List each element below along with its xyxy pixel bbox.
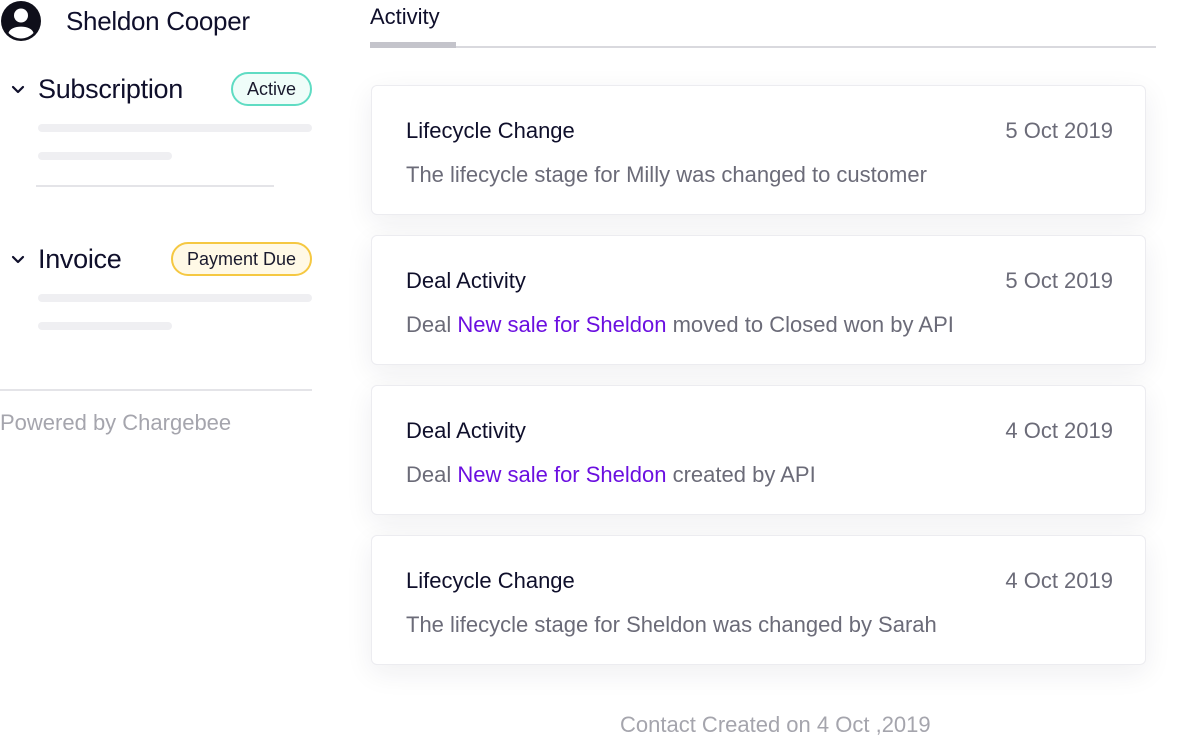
invoice-status-badge: Payment Due [170,242,312,276]
activity-card: Deal Activity 5 Oct 2019 Deal New sale f… [371,235,1146,365]
active-tab-indicator [370,42,456,48]
activity-date: 5 Oct 2019 [1005,268,1113,293]
activity-desc-suffix: created by API [666,462,816,487]
customer-sidebar: Sheldon Cooper Subscription Active Invoi… [0,0,320,738]
invoice-section-header[interactable]: Invoice Payment Due [0,239,312,279]
activity-desc-prefix: Deal [406,462,458,487]
activity-title: Lifecycle Change [406,118,575,143]
user-circle-icon [1,1,41,41]
skeleton-line [38,294,312,302]
deal-link[interactable]: New sale for Sheldon [457,312,666,337]
activity-description: Deal New sale for Sheldon moved to Close… [406,312,954,338]
skeleton-line [38,322,172,330]
subscription-section-header[interactable]: Subscription Active [0,69,312,109]
activity-description: The lifecycle stage for Milly was change… [406,162,927,187]
divider [0,389,312,391]
powered-by-text: Powered by Chargebee [0,410,232,435]
divider [36,185,274,187]
subscription-title: Subscription [38,73,183,104]
activity-description: The lifecycle stage for Sheldon was chan… [406,612,937,637]
activity-desc-suffix: moved to Closed won by API [666,312,954,337]
profile-header: Sheldon Cooper [0,0,250,42]
deal-link[interactable]: New sale for Sheldon [457,462,666,487]
activity-description: Deal New sale for Sheldon created by API [406,462,816,488]
tab-bar: Activity [370,0,1156,48]
activity-date: 4 Oct 2019 [1005,418,1113,443]
activity-desc-prefix: Deal [406,312,458,337]
skeleton-line [38,124,312,132]
activity-card: Deal Activity 4 Oct 2019 Deal New sale f… [371,385,1146,515]
tab-activity[interactable]: Activity [370,4,440,30]
activity-title: Lifecycle Change [406,568,575,593]
tab-divider [370,46,1156,48]
skeleton-line [38,152,172,160]
subscription-status-badge: Active [230,72,312,106]
chevron-down-icon[interactable] [9,80,27,98]
activity-card: Lifecycle Change 5 Oct 2019 The lifecycl… [371,85,1146,215]
activity-date: 5 Oct 2019 [1005,118,1113,143]
activity-title: Deal Activity [406,268,526,293]
activity-title: Deal Activity [406,418,526,443]
customer-name: Sheldon Cooper [66,5,250,36]
invoice-title: Invoice [38,243,122,274]
activity-card: Lifecycle Change 4 Oct 2019 The lifecycl… [371,535,1146,665]
contact-created-note: Contact Created on 4 Oct ,2019 [620,712,931,737]
chevron-down-icon[interactable] [9,250,27,268]
activity-date: 4 Oct 2019 [1005,568,1113,593]
